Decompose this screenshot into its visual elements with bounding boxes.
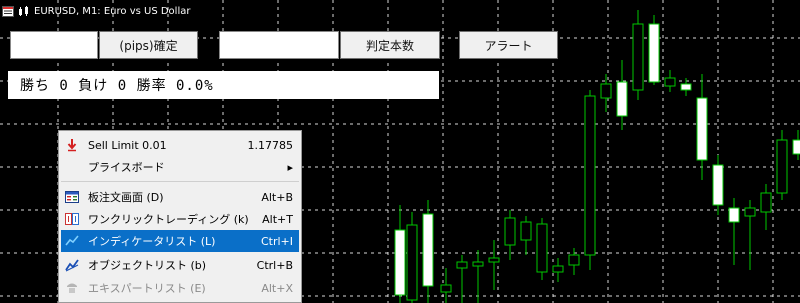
candle-body [504,217,516,246]
menu-item-label: インディケータリスト (L) [88,235,216,248]
window-title: EURUSD, M1: Euro vs US Dollar [34,5,191,17]
candlestick-series [394,10,800,303]
candle-body [488,257,500,263]
menu-item-shortcut: Alt+T [262,212,293,226]
menu-item-label: エキスパートリスト (E) [88,282,206,295]
one-click-trading-icon [64,211,80,227]
menu-item-label: 板注文画面 (D) [88,191,164,204]
expert-list-icon [64,280,80,296]
chart-context-menu: Sell Limit 0.01 1.17785 プライスボード ▸ 板注文画面 … [58,130,302,303]
candle-body [422,213,434,287]
candle-body [664,77,676,87]
candle-body [776,139,788,194]
candle-body [648,23,660,83]
candle-body [680,83,692,91]
candle-body [568,254,580,266]
pips-confirm-button[interactable]: (pips)確定 [99,31,198,59]
candle-body [394,229,406,296]
candle-body [712,164,724,206]
menu-item-shortcut: Alt+X [261,281,293,295]
candle-body [520,221,532,241]
candle-body [456,261,468,269]
menu-item-shortcut: Alt+B [261,190,293,204]
candle-body [760,192,772,213]
menu-item-price-board[interactable]: プライスボード ▸ [61,156,299,178]
sell-limit-arrow-icon [64,137,80,153]
judgement-count-button[interactable]: 判定本数 [340,31,440,59]
menu-item-label: ワンクリックトレーディング (k) [88,213,249,226]
pips-input[interactable] [10,31,98,59]
candle-body [406,224,418,301]
object-list-icon [64,257,80,273]
win-loss-stats: 勝ち 0 負け 0 勝率 0.0% [8,71,439,99]
count-input[interactable] [219,31,339,59]
candle-body [440,284,452,293]
menu-separator [61,181,299,182]
menu-item-shortcut: Ctrl+I [260,234,293,248]
chart-title-bar: EURUSD, M1: Euro vs US Dollar [2,3,190,19]
menu-item-order-board[interactable]: 板注文画面 (D) Alt+B [61,186,299,208]
menu-item-shortcut: Ctrl+B [256,258,293,272]
candlestick-icon [19,5,28,16]
indicator-list-icon [64,233,80,249]
menu-item-label: オブジェクトリスト (b) [88,259,207,272]
candle-body [728,207,740,223]
menu-item-one-click-trading[interactable]: ワンクリックトレーディング (k) Alt+T [61,208,299,230]
order-board-icon [64,189,80,205]
candle-body [584,95,596,256]
candle-body [792,139,800,155]
menu-item-sell-limit[interactable]: Sell Limit 0.01 1.17785 [61,134,299,156]
candle-body [696,97,708,161]
submenu-arrow-icon: ▸ [287,160,293,174]
alert-button[interactable]: アラート [459,31,558,59]
menu-item-indicator-list[interactable]: インディケータリスト (L) Ctrl+I [61,230,299,252]
candle-body [472,261,484,267]
menu-item-expert-list[interactable]: エキスパートリスト (E) Alt+X [61,277,299,299]
candle-body [600,83,612,99]
candle-body [536,223,548,273]
candle-body [616,81,628,117]
chart-window-icon [2,5,14,17]
menu-item-shortcut: 1.17785 [247,138,294,152]
menu-item-label: プライスボード [88,161,165,174]
candle-body [632,23,644,91]
candle-body [552,265,564,273]
menu-item-object-list[interactable]: オブジェクトリスト (b) Ctrl+B [61,254,299,276]
candle-body [744,207,756,217]
menu-item-label: Sell Limit 0.01 [88,138,167,152]
